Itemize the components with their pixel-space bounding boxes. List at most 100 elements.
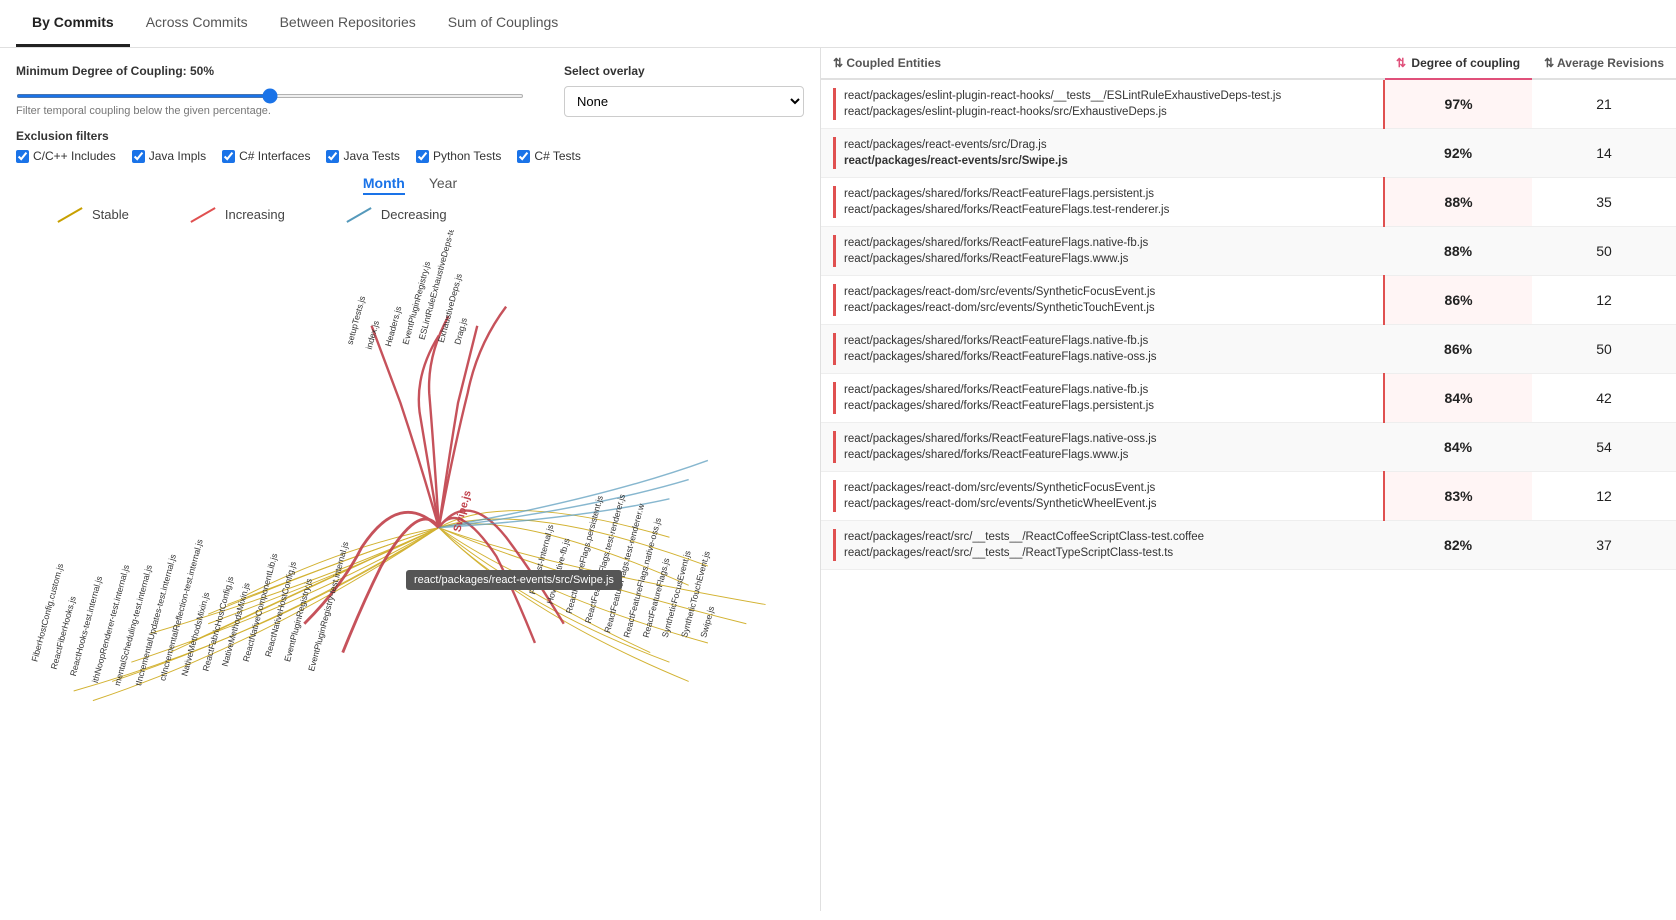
select-overlay-label: Select overlay xyxy=(564,64,804,78)
entity-path: react/packages/react/src/__tests__/React… xyxy=(844,545,1372,561)
checkbox-python-tests[interactable]: Python Tests xyxy=(416,149,501,163)
entity-path: react/packages/eslint-plugin-react-hooks… xyxy=(844,104,1371,120)
toggle-year[interactable]: Year xyxy=(429,175,457,195)
checkbox-csharp-interfaces[interactable]: C# Interfaces xyxy=(222,149,310,163)
sort-icon-coupled: ⇅ xyxy=(833,56,846,70)
slider-container xyxy=(16,86,524,101)
entity-path: react/packages/react/src/__tests__/React… xyxy=(844,529,1372,545)
entity-path: react/packages/react-events/src/Swipe.js xyxy=(844,153,1372,169)
cell-entities: react/packages/react/src/__tests__/React… xyxy=(821,521,1384,570)
decreasing-line-icon xyxy=(346,207,371,223)
entity-path: react/packages/shared/forks/ReactFeature… xyxy=(844,349,1372,365)
chart-area[interactable]: EventPluginRegistry-test.internal.js Eve… xyxy=(16,230,804,710)
cell-degree: 88% xyxy=(1384,178,1532,227)
table-row: react/packages/shared/forks/ReactFeature… xyxy=(821,325,1676,374)
coupling-slider[interactable] xyxy=(16,94,524,98)
cell-entities: react/packages/eslint-plugin-react-hooks… xyxy=(821,79,1384,129)
cell-avg-revisions: 14 xyxy=(1532,129,1676,178)
main-content: Minimum Degree of Coupling: 50% Filter t… xyxy=(0,48,1676,911)
checkboxes-group: C/C++ Includes Java Impls C# Interfaces … xyxy=(16,149,804,163)
toggle-month[interactable]: Month xyxy=(363,175,405,195)
cell-entities: react/packages/shared/forks/ReactFeature… xyxy=(821,178,1384,227)
tab-bar: By Commits Across Commits Between Reposi… xyxy=(0,0,1676,48)
left-panel: Minimum Degree of Coupling: 50% Filter t… xyxy=(0,48,820,911)
table-row: react/packages/shared/forks/ReactFeature… xyxy=(821,423,1676,472)
cell-avg-revisions: 12 xyxy=(1532,472,1676,521)
cell-avg-revisions: 12 xyxy=(1532,276,1676,325)
stable-line-icon xyxy=(57,207,82,223)
th-degree-coupling[interactable]: ⇅ Degree of coupling xyxy=(1384,48,1532,79)
coupling-table: ⇅ Coupled Entities ⇅ Degree of coupling … xyxy=(821,48,1676,570)
cell-degree: 88% xyxy=(1384,227,1532,276)
entity-path: react/packages/eslint-plugin-react-hooks… xyxy=(844,88,1371,104)
right-panel: ⇅ Coupled Entities ⇅ Degree of coupling … xyxy=(820,48,1676,911)
tab-between-repositories[interactable]: Between Repositories xyxy=(264,0,432,47)
cell-entities: react/packages/react-dom/src/events/Synt… xyxy=(821,276,1384,325)
cell-entities: react/packages/react-dom/src/events/Synt… xyxy=(821,472,1384,521)
cell-avg-revisions: 50 xyxy=(1532,325,1676,374)
table-header-row: ⇅ Coupled Entities ⇅ Degree of coupling … xyxy=(821,48,1676,79)
table-row: react/packages/react/src/__tests__/React… xyxy=(821,521,1676,570)
cell-avg-revisions: 21 xyxy=(1532,79,1676,129)
th-avg-revisions[interactable]: ⇅ Average Revisions xyxy=(1532,48,1676,79)
controls-row: Minimum Degree of Coupling: 50% Filter t… xyxy=(16,64,804,117)
entity-path: react/packages/shared/forks/ReactFeature… xyxy=(844,431,1372,447)
sort-icon-avg: ⇅ xyxy=(1544,56,1557,70)
entity-path: react/packages/react-dom/src/events/Synt… xyxy=(844,480,1371,496)
legend: Stable Increasing Decreasing xyxy=(16,207,804,222)
tab-across-commits[interactable]: Across Commits xyxy=(130,0,264,47)
table-row: react/packages/shared/forks/ReactFeature… xyxy=(821,178,1676,227)
select-overlay-group: Select overlay None Authors Files Comple… xyxy=(564,64,804,117)
entity-path: react/packages/shared/forks/ReactFeature… xyxy=(844,398,1371,414)
cell-degree: 92% xyxy=(1384,129,1532,178)
coupling-slider-group: Minimum Degree of Coupling: 50% Filter t… xyxy=(16,64,524,117)
cell-entities: react/packages/shared/forks/ReactFeature… xyxy=(821,423,1384,472)
radial-chart: EventPluginRegistry-test.internal.js Eve… xyxy=(16,230,804,710)
checkbox-java-tests[interactable]: Java Tests xyxy=(326,149,399,163)
legend-increasing: Increasing xyxy=(189,207,285,222)
cell-entities: react/packages/shared/forks/ReactFeature… xyxy=(821,227,1384,276)
legend-decreasing: Decreasing xyxy=(345,207,447,222)
cell-degree: 97% xyxy=(1384,79,1532,129)
entity-path: react/packages/shared/forks/ReactFeature… xyxy=(844,186,1371,202)
chart-label: setupTests.js xyxy=(345,295,368,346)
legend-stable-label: Stable xyxy=(92,207,129,222)
th-coupled-entities[interactable]: ⇅ Coupled Entities xyxy=(821,48,1384,79)
checkbox-cpp-includes[interactable]: C/C++ Includes xyxy=(16,149,116,163)
table-row: react/packages/react-dom/src/events/Synt… xyxy=(821,276,1676,325)
table-row: react/packages/eslint-plugin-react-hooks… xyxy=(821,79,1676,129)
table-body: react/packages/eslint-plugin-react-hooks… xyxy=(821,79,1676,570)
table-row: react/packages/shared/forks/ReactFeature… xyxy=(821,227,1676,276)
coupling-label: Minimum Degree of Coupling: 50% xyxy=(16,64,524,78)
cell-entities: react/packages/react-events/src/Drag.jsr… xyxy=(821,129,1384,178)
entity-path: react/packages/react-dom/src/events/Synt… xyxy=(844,300,1371,316)
cell-degree: 84% xyxy=(1384,423,1532,472)
cell-entities: react/packages/shared/forks/ReactFeature… xyxy=(821,325,1384,374)
legend-decreasing-label: Decreasing xyxy=(381,207,447,222)
cell-avg-revisions: 54 xyxy=(1532,423,1676,472)
slider-hint: Filter temporal coupling below the given… xyxy=(16,105,524,117)
entity-path: react/packages/react-events/src/Drag.js xyxy=(844,137,1372,153)
cell-entities: react/packages/shared/forks/ReactFeature… xyxy=(821,374,1384,423)
cell-degree: 86% xyxy=(1384,325,1532,374)
checkbox-csharp-tests[interactable]: C# Tests xyxy=(517,149,580,163)
entity-path: react/packages/shared/forks/ReactFeature… xyxy=(844,447,1372,463)
entity-path: react/packages/shared/forks/ReactFeature… xyxy=(844,251,1372,267)
legend-increasing-label: Increasing xyxy=(225,207,285,222)
chart-label: Drag.js xyxy=(452,317,469,346)
entity-path: react/packages/shared/forks/ReactFeature… xyxy=(844,202,1371,218)
time-toggle: Month Year xyxy=(16,175,804,195)
increasing-line-icon xyxy=(190,207,215,223)
overlay-select[interactable]: None Authors Files Complexity xyxy=(564,86,804,117)
entity-path: react/packages/shared/forks/ReactFeature… xyxy=(844,235,1372,251)
cell-degree: 84% xyxy=(1384,374,1532,423)
tab-by-commits[interactable]: By Commits xyxy=(16,0,130,47)
entity-path: react/packages/shared/forks/ReactFeature… xyxy=(844,333,1372,349)
cell-degree: 82% xyxy=(1384,521,1532,570)
entity-path: react/packages/shared/forks/ReactFeature… xyxy=(844,382,1371,398)
table-row: react/packages/react-dom/src/events/Synt… xyxy=(821,472,1676,521)
table-row: react/packages/shared/forks/ReactFeature… xyxy=(821,374,1676,423)
tab-sum-of-couplings[interactable]: Sum of Couplings xyxy=(432,0,575,47)
checkbox-java-impls[interactable]: Java Impls xyxy=(132,149,206,163)
chart-label: Swipe.js xyxy=(698,605,716,639)
